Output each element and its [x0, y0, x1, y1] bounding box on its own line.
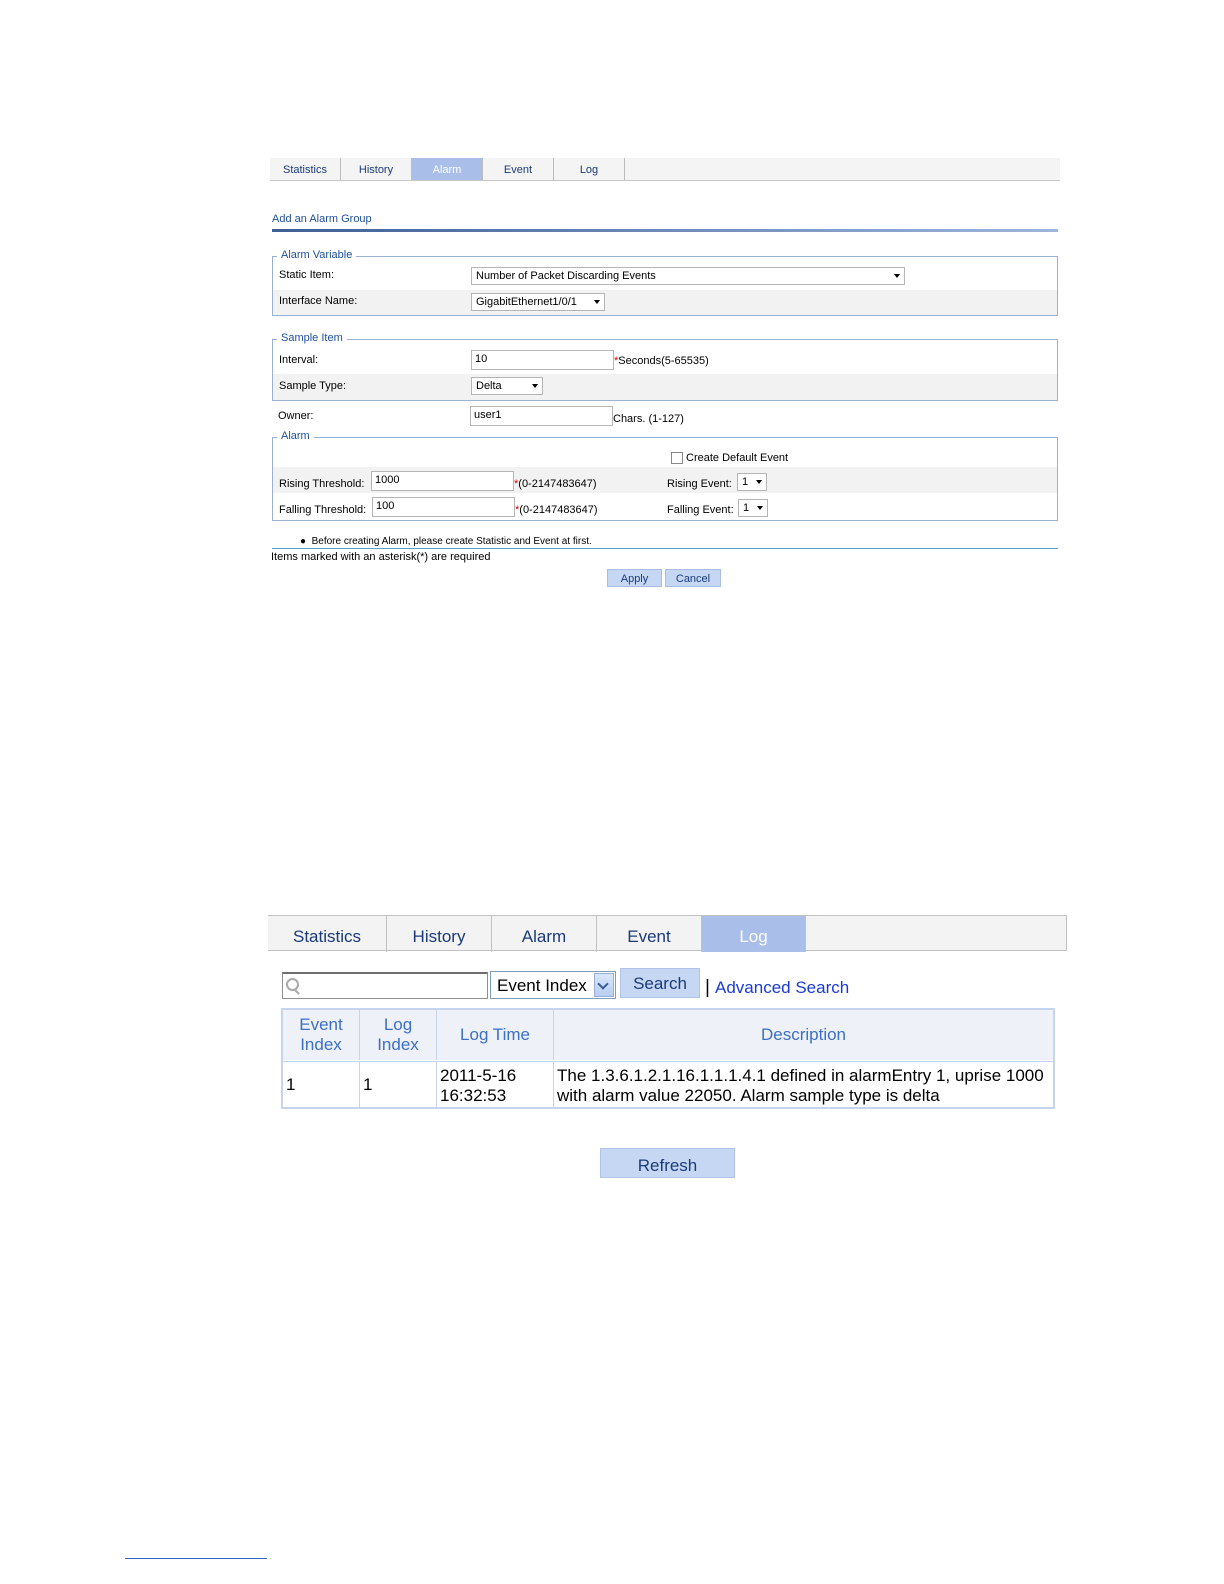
cell-description: The 1.3.6.1.2.1.16.1.1.1.4.1 defined in …	[554, 1061, 1053, 1108]
tab-log[interactable]: Log	[702, 916, 806, 952]
create-default-event-checkbox[interactable]	[671, 452, 683, 464]
column-header-event-index[interactable]: Event Index	[283, 1010, 360, 1060]
static-item-select[interactable]: Number of Packet Discarding Events	[471, 267, 905, 285]
tab-history[interactable]: History	[387, 916, 492, 952]
sample-type-value: Delta	[476, 380, 502, 392]
falling-event-value: 1	[743, 502, 750, 514]
alarm-config-screenshot: Statistics History Alarm Event Log Add a…	[270, 158, 1060, 598]
interval-input[interactable]: 10	[471, 350, 614, 370]
chevron-down-icon	[894, 274, 900, 278]
falling-threshold-input[interactable]: 100	[372, 497, 515, 517]
falling-event-select[interactable]: 1	[738, 499, 768, 517]
sample-type-label: Sample Type:	[279, 380, 347, 392]
row-background	[273, 374, 1057, 400]
tab-history[interactable]: History	[341, 158, 412, 180]
chevron-down-icon	[594, 300, 600, 304]
cancel-button[interactable]: Cancel	[665, 569, 721, 587]
column-header-description[interactable]: Description	[554, 1010, 1053, 1060]
column-header-log-index[interactable]: Log Index	[360, 1010, 437, 1060]
sample-item-group: Interval: 10 *Seconds(5-65535) Sample Ty…	[272, 339, 1058, 401]
rising-event-label: Rising Event:	[667, 478, 732, 490]
owner-label: Owner:	[278, 410, 314, 422]
separator: |	[705, 977, 710, 998]
owner-hint: Chars. (1-127)	[613, 413, 684, 425]
tab-bar: Statistics History Alarm Event Log	[270, 158, 1060, 181]
falling-event-label: Falling Event:	[667, 504, 734, 516]
search-icon	[286, 978, 299, 991]
owner-input[interactable]: user1	[470, 406, 613, 426]
page-title: Add an Alarm Group	[272, 213, 372, 225]
alarm-legend: Alarm	[277, 430, 314, 442]
refresh-button[interactable]: Refresh	[600, 1148, 735, 1178]
tab-statistics[interactable]: Statistics	[270, 158, 341, 180]
search-field-select[interactable]: Event Index	[490, 971, 616, 999]
chevron-down-icon	[757, 506, 763, 510]
rising-threshold-hint: *(0-2147483647)	[514, 478, 597, 490]
chevron-down-icon	[756, 480, 762, 484]
note-divider	[272, 548, 1058, 549]
alarm-variable-group: Static Item: Number of Packet Discarding…	[272, 256, 1058, 316]
alarm-group: Create Default Event Rising Threshold: 1…	[272, 437, 1058, 521]
title-divider	[272, 229, 1058, 232]
create-default-event-label: Create Default Event	[686, 452, 789, 464]
tab-event[interactable]: Event	[597, 916, 702, 952]
chevron-down-icon	[594, 973, 614, 997]
falling-threshold-hint: *(0-2147483647)	[515, 504, 598, 516]
interval-hint: *Seconds(5-65535)	[614, 355, 709, 367]
tab-alarm[interactable]: Alarm	[412, 158, 483, 180]
footer-divider	[125, 1558, 267, 1559]
required-note: Items marked with an asterisk(*) are req…	[271, 551, 491, 563]
chevron-down-icon	[532, 384, 538, 388]
column-header-log-time[interactable]: Log Time	[437, 1010, 554, 1060]
row-background	[273, 290, 1057, 315]
log-screenshot: Statistics History Alarm Event Log Event…	[268, 915, 1068, 1185]
cell-event-index: 1	[283, 1061, 360, 1108]
apply-button[interactable]: Apply	[607, 569, 662, 587]
cell-log-index: 1	[360, 1061, 437, 1108]
sample-item-legend: Sample Item	[277, 332, 347, 344]
static-item-value: Number of Packet Discarding Events	[476, 270, 656, 282]
log-table: Event Index Log Index Log Time Description…	[281, 1008, 1055, 1109]
rising-event-value: 1	[742, 476, 749, 488]
alarm-variable-legend: Alarm Variable	[277, 249, 357, 261]
rising-event-select[interactable]: 1	[737, 473, 767, 491]
rising-threshold-label: Rising Threshold:	[279, 478, 365, 490]
interface-name-select[interactable]: GigabitEthernet1/0/1	[471, 293, 605, 311]
interval-label: Interval:	[279, 354, 319, 366]
advanced-search-link[interactable]: Advanced Search	[715, 978, 849, 998]
tab-log[interactable]: Log	[554, 158, 625, 180]
falling-threshold-label: Falling Threshold:	[279, 504, 367, 516]
tab-event[interactable]: Event	[483, 158, 554, 180]
search-button[interactable]: Search	[620, 968, 700, 998]
tab-alarm[interactable]: Alarm	[492, 916, 597, 952]
search-input[interactable]	[282, 972, 488, 999]
sample-type-select[interactable]: Delta	[471, 377, 543, 395]
tab-statistics[interactable]: Statistics	[268, 916, 387, 952]
cell-log-time: 2011-5-16 16:32:53	[437, 1061, 554, 1108]
search-field-value: Event Index	[497, 976, 587, 995]
static-item-label: Static Item:	[279, 269, 335, 281]
interface-name-value: GigabitEthernet1/0/1	[476, 296, 577, 308]
rising-threshold-input[interactable]: 1000	[371, 471, 514, 491]
interface-name-label: Interface Name:	[279, 295, 358, 307]
tab-bar: Statistics History Alarm Event Log	[268, 915, 1067, 952]
note-bullet: ● Before creating Alarm, please create S…	[300, 536, 592, 547]
